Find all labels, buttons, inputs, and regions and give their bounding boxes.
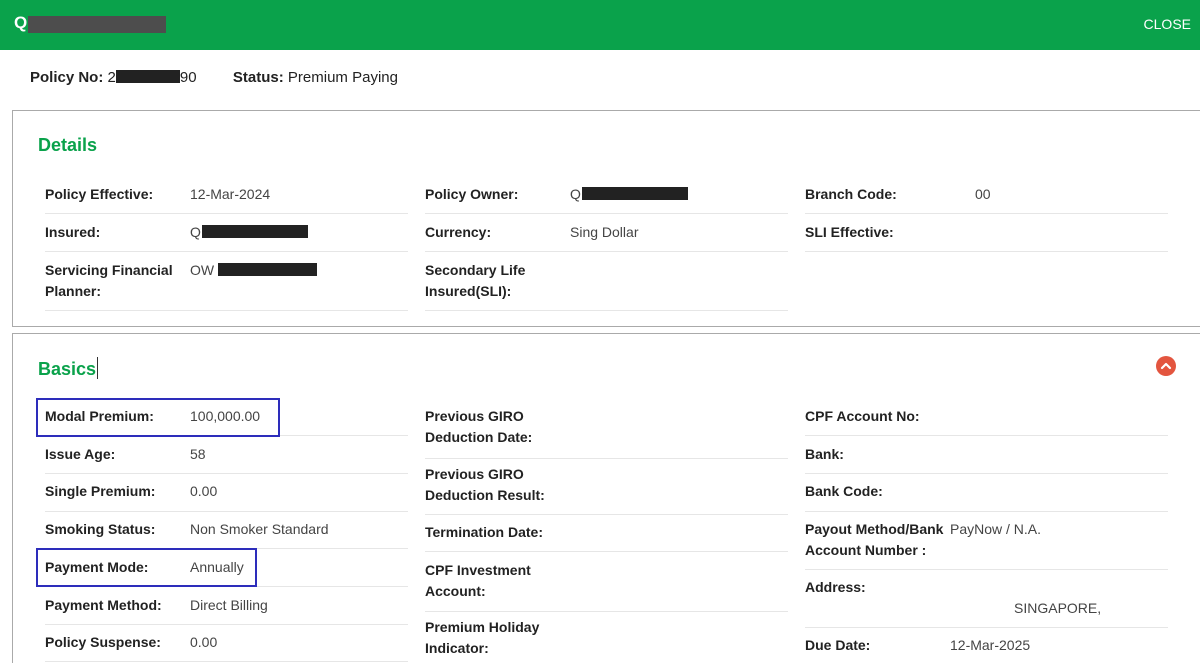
basic-row-cpf-investment: CPF Investment Account: (425, 560, 788, 612)
payment-method-label: Payment Method: (45, 597, 162, 613)
basic-row-issue-age: Issue Age: 58 (45, 444, 408, 474)
basics-title: Basics (38, 357, 99, 379)
highlight-modal-premium (36, 398, 280, 437)
basic-row-bank: Bank: (805, 444, 1168, 474)
top-bar: Q CLOSE (0, 0, 1200, 50)
policy-owner-label: Policy Owner: (425, 186, 519, 202)
redacted-planner-name (218, 263, 318, 276)
detail-row-currency: Currency: Sing Dollar (425, 222, 788, 252)
bank-code-label: Bank Code: (805, 483, 883, 499)
address-label: Address: (805, 579, 866, 595)
detail-row-policy-effective: Policy Effective: 12-Mar-2024 (45, 184, 408, 214)
detail-row-insured: Insured: Q (45, 222, 408, 252)
planner-label: Servicing Financial Planner: (45, 262, 173, 299)
single-premium-label: Single Premium: (45, 483, 156, 499)
insured-value: Q (190, 222, 308, 243)
payment-method-value: Direct Billing (190, 597, 268, 613)
detail-row-sli: Secondary Life Insured(SLI): (425, 260, 788, 311)
basic-row-due-date: Due Date: 12-Mar-2025 (805, 635, 1168, 663)
policy-no-prefix: 2 (107, 69, 116, 86)
issue-age-label: Issue Age: (45, 446, 116, 462)
issue-age-value: 58 (190, 446, 206, 462)
details-title: Details (38, 135, 98, 155)
basic-row-smoking-status: Smoking Status: Non Smoker Standard (45, 519, 408, 549)
branch-code-label: Branch Code: (805, 186, 897, 202)
basic-row-policy-suspense: Policy Suspense: 0.00 (45, 632, 408, 662)
basic-row-address: Address: SINGAPORE, (805, 577, 1168, 628)
bank-label: Bank: (805, 446, 844, 462)
termination-date-label: Termination Date: (425, 524, 543, 540)
detail-row-planner: Servicing Financial Planner: OW (45, 260, 408, 311)
policy-no-suffix: 90 (179, 69, 197, 86)
redacted-name (28, 16, 166, 33)
payout-method-label: Payout Method/Bank Account Number : (805, 521, 944, 558)
policy-suspense-value: 0.00 (190, 634, 218, 650)
window-title: Q (14, 13, 28, 32)
detail-row-policy-owner: Policy Owner: Q (425, 184, 788, 214)
policy-effective-label: Policy Effective: (45, 186, 154, 202)
planner-value: OW (190, 260, 318, 281)
basic-row-premium-holiday: Premium Holiday Indicator: (425, 617, 788, 663)
text-cursor (97, 357, 99, 379)
currency-value: Sing Dollar (570, 224, 639, 240)
policy-effective-value: 12-Mar-2024 (190, 186, 271, 202)
basic-row-prev-giro-result: Previous GIRO Deduction Result: (425, 464, 788, 515)
basic-row-cpf-account-no: CPF Account No: (805, 406, 1168, 436)
close-button[interactable]: CLOSE (1144, 16, 1191, 32)
sli-label: Secondary Life Insured(SLI): (425, 262, 526, 299)
policy-no-label: Policy No: (30, 69, 104, 86)
chevron-up-icon (1160, 362, 1172, 370)
cpf-account-no-label: CPF Account No: (805, 408, 920, 424)
basic-row-prev-giro-date: Previous GIRO Deduction Date: (425, 406, 788, 459)
branch-code-value: 00 (975, 186, 991, 202)
collapse-button[interactable] (1156, 356, 1176, 376)
policy-summary: Policy No: 2 90 Status: Premium Paying (30, 69, 398, 86)
single-premium-value: 0.00 (190, 483, 218, 499)
redacted-insured-name (201, 225, 308, 238)
detail-row-sli-effective: SLI Effective: (805, 222, 1168, 252)
prev-giro-date-label: Previous GIRO Deduction Date: (425, 408, 533, 445)
premium-holiday-label: Premium Holiday Indicator: (425, 619, 540, 656)
redacted-owner-name (581, 187, 688, 200)
basic-row-termination-date: Termination Date: (425, 522, 788, 552)
due-date-label: Due Date: (805, 637, 871, 653)
highlight-payment-mode (36, 548, 257, 587)
basic-row-payment-method: Payment Method: Direct Billing (45, 595, 408, 625)
policy-owner-value: Q (570, 184, 688, 205)
prev-giro-result-label: Previous GIRO Deduction Result: (425, 466, 545, 503)
status-value: Premium Paying (287, 69, 398, 86)
smoking-status-value: Non Smoker Standard (190, 521, 329, 537)
cpf-investment-label: CPF Investment Account: (425, 562, 531, 599)
detail-row-branch-code: Branch Code: 00 (805, 184, 1168, 214)
basic-row-payout-method: Payout Method/Bank Account Number : PayNo… (805, 519, 1168, 570)
basic-row-bank-code: Bank Code: (805, 481, 1168, 512)
due-date-value: 12-Mar-2025 (950, 637, 1031, 653)
policy-suspense-label: Policy Suspense: (45, 634, 161, 650)
payout-method-value: PayNow / N.A. (950, 521, 1042, 537)
redacted-policy-number (115, 70, 180, 83)
address-value: SINGAPORE, (1014, 600, 1102, 616)
smoking-status-label: Smoking Status: (45, 521, 156, 537)
status-label: Status: (232, 69, 284, 86)
basic-row-single-premium: Single Premium: 0.00 (45, 481, 408, 512)
sli-effective-label: SLI Effective: (805, 224, 894, 240)
insured-label: Insured: (45, 224, 101, 240)
currency-label: Currency: (425, 224, 492, 240)
